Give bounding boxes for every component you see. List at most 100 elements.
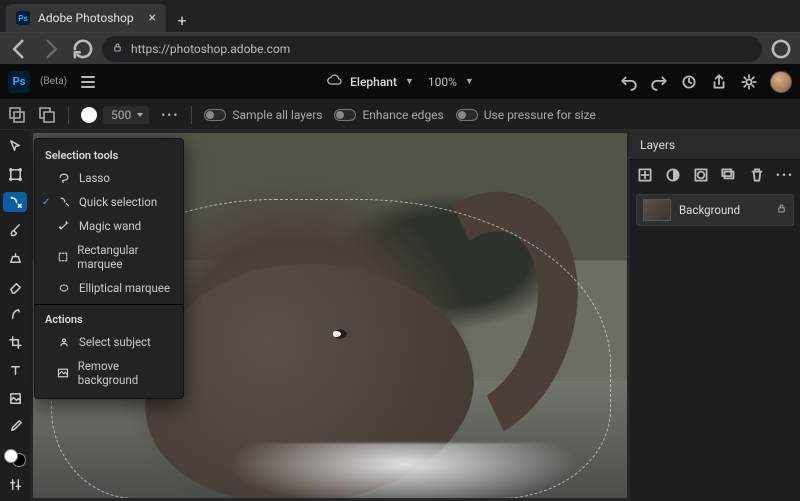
flyout-item-label: Quick selection [79,195,157,209]
layers-more-button[interactable]: ••• [776,166,794,184]
flyout-item-remove-background[interactable]: Remove background [35,354,183,392]
move-tool[interactable] [3,136,27,156]
tool-column [0,130,30,501]
address-bar[interactable]: https://photoshop.adobe.com [102,36,762,62]
cloud-sync-button[interactable] [680,73,698,91]
toggle-label: Use pressure for size [484,108,596,122]
tab-favicon-icon: Ps [16,11,30,25]
app-logo-icon[interactable]: Ps [8,71,30,93]
tab-close-icon[interactable]: × [149,10,156,26]
add-layer-button[interactable] [636,166,654,184]
more-options-button[interactable]: ••• [161,108,179,122]
brush-tool[interactable] [3,220,27,240]
share-button[interactable] [710,73,728,91]
nav-back-button[interactable] [6,36,32,62]
flyout-item-elliptical-marquee[interactable]: Elliptical marquee [35,276,183,300]
quick-selection-tool[interactable] [3,192,27,212]
rect-marquee-icon [57,251,69,263]
delete-layer-button[interactable] [748,166,766,184]
user-avatar[interactable] [770,71,792,93]
undo-button[interactable] [620,73,638,91]
flyout-item-label: Elliptical marquee [79,281,170,295]
flyout-item-magic-wand[interactable]: Magic wand [35,214,183,238]
toggle-switch-icon [456,109,478,121]
brush-size-value[interactable]: 500 [103,106,149,124]
layer-name: Background [679,203,768,217]
zoom-level[interactable]: 100% [428,75,457,89]
sample-all-layers-toggle[interactable]: Sample all layers [204,108,322,122]
color-swatches[interactable] [4,449,26,467]
layer-thumbnail [643,199,671,221]
enhance-edges-toggle[interactable]: Enhance edges [334,108,443,122]
add-adjustment-button[interactable] [664,166,682,184]
flyout-item-label: Magic wand [79,219,141,233]
flyout-divider [35,304,183,305]
brush-preview-icon [81,107,97,123]
flyout-item-rectangular-marquee[interactable]: Rectangular marquee [35,238,183,276]
redo-button[interactable] [650,73,668,91]
flyout-item-label: Remove background [78,359,173,387]
lock-icon [112,42,123,56]
browser-menu-button[interactable] [768,36,794,62]
brush-size-control[interactable]: 500 [81,106,149,124]
flyout-item-label: Rectangular marquee [77,243,173,271]
app-bar-right [620,71,792,93]
new-tab-button[interactable]: + [170,8,194,32]
toggle-label: Enhance edges [362,108,443,122]
select-subject-icon [57,336,71,348]
flyout-item-lasso[interactable]: Lasso [35,166,183,190]
tab-title: Adobe Photoshop [38,11,141,25]
address-bar-row: https://photoshop.adobe.com [0,32,800,64]
cloud-icon [326,74,342,89]
selection-mode-group[interactable] [8,106,26,124]
placement-tool[interactable] [3,388,27,408]
add-mask-button[interactable] [692,166,710,184]
document-title-area[interactable]: Elephant ▼ 100% ▼ [326,74,474,89]
selection-tools-flyout: Selection tools Lasso Quick selection Ma… [34,138,184,399]
menu-button[interactable] [77,71,99,93]
toggle-switch-icon [334,109,356,121]
use-pressure-toggle[interactable]: Use pressure for size [456,108,596,122]
flyout-section-title: Selection tools [35,145,183,166]
nav-reload-button[interactable] [70,36,96,62]
ellipse-marquee-icon [57,282,71,294]
toggle-switch-icon [204,109,226,121]
foreground-color-swatch [4,449,18,463]
flyout-section-title: Actions [35,309,183,330]
nav-forward-button[interactable] [38,36,64,62]
gradient-tool[interactable] [3,304,27,324]
transform-tool[interactable] [3,164,27,184]
eyedropper-tool[interactable] [3,416,27,436]
eraser-tool[interactable] [3,276,27,296]
crop-tool[interactable] [3,332,27,352]
layers-panel-title[interactable]: Layers [630,130,800,160]
flyout-item-label: Select subject [79,335,151,349]
settings-button[interactable] [740,73,758,91]
type-tool[interactable] [3,360,27,380]
magic-wand-icon [57,220,71,232]
remove-bg-icon [57,367,70,379]
canvas-area[interactable]: Selection tools Lasso Quick selection Ma… [30,130,630,501]
browser-tab[interactable]: Ps Adobe Photoshop × [6,4,166,32]
quick-selection-icon [57,196,71,208]
layer-group-button[interactable] [720,166,738,184]
layers-panel: Layers ••• Background [630,130,800,501]
flyout-item-select-subject[interactable]: Select subject [35,330,183,354]
selection-mode-subtract[interactable] [38,106,56,124]
flyout-item-quick-selection[interactable]: Quick selection [35,190,183,214]
layer-row[interactable]: Background [636,194,794,226]
url-text: https://photoshop.adobe.com [131,42,290,56]
layer-list: Background [630,190,800,501]
right-panel: Layers ••• Background [630,130,800,501]
clone-stamp-tool[interactable] [3,248,27,268]
lock-icon[interactable] [776,203,787,217]
options-bar: 500 ••• Sample all layers Enhance edges … [0,100,800,130]
chevron-down-icon: ▼ [465,76,474,87]
lasso-icon [57,172,71,184]
edit-toolbar-button[interactable] [3,475,27,495]
document-name: Elephant [350,75,397,89]
toggle-label: Sample all layers [232,108,322,122]
app-bar: Ps (Beta) Elephant ▼ 100% ▼ [0,64,800,100]
workspace: Selection tools Lasso Quick selection Ma… [0,130,800,501]
chevron-down-icon: ▼ [405,76,414,87]
